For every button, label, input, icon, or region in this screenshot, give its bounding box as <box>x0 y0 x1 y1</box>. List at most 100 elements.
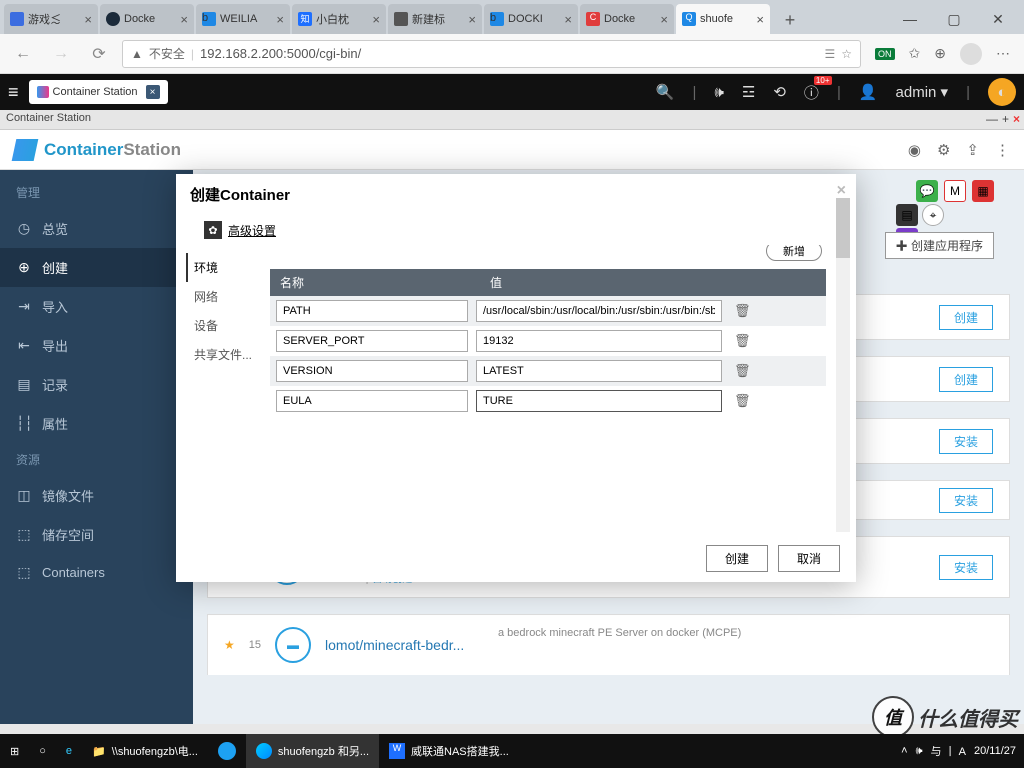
result-action-button[interactable]: 创建 <box>939 367 993 392</box>
modal-scrollbar-thumb[interactable] <box>836 245 850 258</box>
user-icon[interactable]: 👤 <box>859 83 878 101</box>
ime-indicator[interactable]: 与 丨 A <box>931 743 966 759</box>
ie-icon[interactable]: e <box>56 734 82 768</box>
result-action-button[interactable]: 安装 <box>939 429 993 454</box>
search-icon[interactable]: 🔍 <box>656 83 675 101</box>
qts-tab-container-station[interactable]: Container Station × <box>29 80 168 104</box>
app-shortcut-icon[interactable]: 💬 <box>916 180 938 202</box>
delete-row-icon[interactable]: 🗑 <box>734 363 751 379</box>
tab-3[interactable]: 知小白枕× <box>292 4 386 34</box>
iot-icon[interactable]: ◉ <box>908 141 921 159</box>
sidebar-item-overview[interactable]: ◷总览 <box>0 209 193 248</box>
env-value-input[interactable] <box>476 300 722 322</box>
result-action-button[interactable]: 安装 <box>939 555 993 580</box>
export-icon[interactable]: ⇪ <box>966 141 979 159</box>
result-name[interactable]: lomot/minecraft-bedr... <box>325 637 464 653</box>
tab-env[interactable]: 环境 <box>186 253 266 282</box>
edge-window-2[interactable]: W威联通NAS搭建我... <box>379 734 519 768</box>
tray-chevron-icon[interactable]: ˄ <box>901 745 907 757</box>
delete-row-icon[interactable]: 🗑 <box>734 333 751 349</box>
sidebar-item-export[interactable]: ⇤导出 <box>0 326 193 365</box>
settings-icon[interactable]: ⚙ <box>937 141 950 159</box>
sidebar-item-containers[interactable]: ⬚Containers <box>0 554 193 591</box>
container-station-icon <box>37 86 49 98</box>
app-max-button[interactable]: + <box>1002 112 1009 126</box>
favorite-icon[interactable]: ☆ <box>841 47 852 61</box>
env-name-input[interactable] <box>276 390 468 412</box>
refresh-button[interactable]: ⟳ <box>84 39 114 69</box>
sidebar-item-import[interactable]: ⇥导入 <box>0 287 193 326</box>
window-minimize-button[interactable]: — <box>888 4 932 34</box>
result-action-button[interactable]: 创建 <box>939 305 993 330</box>
profile-icon[interactable] <box>960 43 982 65</box>
volume-icon[interactable]: 🕪 <box>714 84 723 101</box>
film-icon[interactable]: ▤ <box>896 204 918 226</box>
tab-2[interactable]: bWEILIA× <box>196 4 290 34</box>
start-button[interactable]: ⊞ <box>0 734 29 768</box>
gmail-icon[interactable]: M <box>944 180 966 202</box>
admin-menu[interactable]: admin ▾ <box>896 83 949 101</box>
app-icon[interactable] <box>208 734 246 768</box>
env-value-input[interactable] <box>476 330 722 352</box>
app-min-button[interactable]: — <box>986 112 998 126</box>
env-value-input[interactable] <box>476 360 722 382</box>
menu-icon[interactable]: ⋯ <box>996 45 1010 62</box>
qts-top-bar: ≡ Container Station × 🔍 | 🕪 ☲ ⟲ ⓘ | 👤 ad… <box>0 74 1024 110</box>
qts-tab-close-icon[interactable]: × <box>146 85 160 99</box>
compass-icon[interactable]: ⌖ <box>922 204 944 226</box>
sidebar-item-volumes[interactable]: ⬚储存空间 <box>0 515 193 554</box>
modal-scrollbar-track[interactable] <box>836 245 850 532</box>
env-name-input[interactable] <box>276 330 468 352</box>
sidebar-item-create[interactable]: ⊕创建 <box>0 248 193 287</box>
notifications-icon[interactable]: ⓘ <box>804 82 819 103</box>
tab-1[interactable]: Docke× <box>100 4 194 34</box>
tab-network[interactable]: 网络 <box>194 282 266 311</box>
env-value-input[interactable] <box>476 390 722 412</box>
env-name-input[interactable] <box>276 360 468 382</box>
new-tab-button[interactable]: + <box>776 6 804 34</box>
tab-6[interactable]: CDocke× <box>580 4 674 34</box>
tab-4[interactable]: 新建标× <box>388 4 482 34</box>
extension-on-badge[interactable]: ON <box>875 48 895 60</box>
sidebar-item-preferences[interactable]: ┆┆属性 <box>0 404 193 443</box>
back-button[interactable]: ← <box>8 39 38 69</box>
edge-window[interactable]: shuofengzb 和另... <box>246 734 379 768</box>
tab-shared[interactable]: 共享文件... <box>194 340 266 369</box>
favorites-icon[interactable]: ✩ <box>909 45 921 62</box>
reader-icon[interactable]: ☰ <box>825 47 836 61</box>
advanced-settings-link[interactable]: 高级设置 <box>228 222 276 239</box>
modal-cancel-button[interactable]: 取消 <box>778 545 840 572</box>
window-close-button[interactable]: ✕ <box>976 4 1020 34</box>
explorer-icon[interactable]: 📁\\shuofengzb\电... <box>82 734 208 768</box>
tab-7[interactable]: Qshuofe× <box>676 4 770 34</box>
collections-icon[interactable]: ⊕ <box>934 45 946 62</box>
sidebar-item-logs[interactable]: ▤记录 <box>0 365 193 404</box>
env-name-input[interactable] <box>276 300 468 322</box>
tasks-icon[interactable]: ☲ <box>742 83 755 101</box>
modal-ok-button[interactable]: 创建 <box>706 545 768 572</box>
tab-0[interactable]: 游戏≲× <box>4 4 98 34</box>
more-icon[interactable]: ⋮ <box>995 141 1010 159</box>
url-input[interactable]: ▲ 不安全 | 192.168.2.200:5000/cgi-bin/ ☰ ☆ <box>122 40 861 68</box>
env-row: 🗑 <box>270 326 826 356</box>
devices-icon[interactable]: ⟲ <box>773 83 786 101</box>
cortana-button[interactable]: ○ <box>29 734 56 768</box>
add-env-button[interactable]: 新增 <box>766 245 822 261</box>
result-action-button[interactable]: 安装 <box>939 488 993 513</box>
sidebar-item-images[interactable]: ◫镜像文件 <box>0 476 193 515</box>
create-application-button[interactable]: ✚ 创建应用程序 <box>885 232 994 259</box>
insecure-icon: ▲ <box>131 47 143 61</box>
tab-device[interactable]: 设备 <box>194 311 266 340</box>
app-close-button[interactable]: × <box>1013 112 1020 126</box>
clock[interactable]: 20/11/27 <box>974 745 1016 757</box>
window-maximize-button[interactable]: ▢ <box>932 4 976 34</box>
tray-volume-icon[interactable]: 🕪 <box>916 745 923 758</box>
calendar-icon[interactable]: ▦ <box>972 180 994 202</box>
qts-menu-icon[interactable]: ≡ <box>8 82 19 103</box>
delete-row-icon[interactable]: 🗑 <box>734 393 751 409</box>
dashboard-icon[interactable]: ◐ <box>988 78 1016 106</box>
result-row: ★15 ▬ lomot/minecraft-bedr... a bedrock … <box>207 614 1010 675</box>
tab-close-icon[interactable]: × <box>84 12 92 27</box>
delete-row-icon[interactable]: 🗑 <box>734 303 751 319</box>
tab-5[interactable]: bDOCKI× <box>484 4 578 34</box>
